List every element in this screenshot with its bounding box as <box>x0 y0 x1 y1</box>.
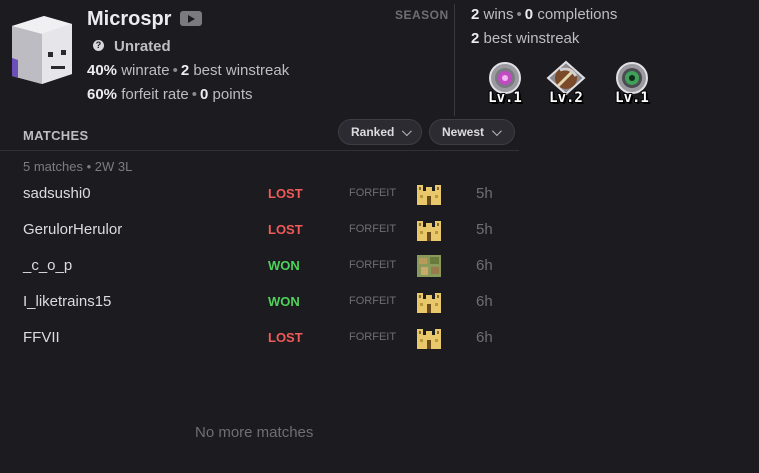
match-result: WON <box>268 294 300 309</box>
match-result: LOST <box>268 330 303 345</box>
winrate-value: 40% <box>87 62 118 79</box>
winrate-label: winrate <box>121 62 170 79</box>
username: Microspr <box>87 8 172 30</box>
matches-summary: 5 matches • 2W 3L <box>23 159 133 174</box>
avatar <box>8 14 76 86</box>
match-row[interactable]: I_liketrains15 WON FORFEIT 6h <box>0 284 519 320</box>
season-wins-value: 2 <box>471 6 480 23</box>
season-completions-label: completions <box>537 6 618 23</box>
achievement-pickaxe[interactable]: Lv.2 <box>542 60 590 106</box>
youtube-icon[interactable] <box>180 11 202 26</box>
sort-label: Newest <box>442 125 485 139</box>
best-streak-value: 2 <box>180 62 190 79</box>
match-end-type: FORFEIT <box>349 331 397 343</box>
desert-temple-icon <box>417 219 441 241</box>
match-row[interactable]: _c_o_p WON FORFEIT 6h <box>0 248 519 284</box>
match-end-type: FORFEIT <box>349 187 397 199</box>
season-wins: 2 wins • 0 completions <box>471 6 618 23</box>
opponent-name[interactable]: FFVII <box>23 329 60 346</box>
forfeit-stats: 60% forfeit rate • 0 points <box>87 86 253 103</box>
match-time: 6h <box>476 329 493 346</box>
match-row[interactable]: sadsushi0 LOST FORFEIT 5h <box>0 176 519 212</box>
forfeit-label: forfeit rate <box>121 86 189 103</box>
sort-dropdown[interactable]: Newest <box>429 119 515 145</box>
opponent-name[interactable]: _c_o_p <box>23 257 72 274</box>
unrated-icon: ? <box>93 40 104 51</box>
header-divider <box>0 150 519 151</box>
rank-label: Unrated <box>114 38 171 55</box>
match-type-label: Ranked <box>351 125 395 139</box>
winrate-stats: 40% winrate • 2 best winstreak <box>87 62 290 79</box>
desert-temple-icon <box>417 183 441 205</box>
match-time: 5h <box>476 221 493 238</box>
season-wins-label: wins <box>483 6 514 23</box>
season-completions-value: 0 <box>524 6 534 23</box>
no-more-matches: No more matches <box>195 424 314 441</box>
points-label: points <box>212 86 253 103</box>
achievement-green-eye[interactable]: Lv.1 <box>608 60 656 106</box>
match-end-type: FORFEIT <box>349 295 397 307</box>
match-time: 6h <box>476 257 493 274</box>
desert-temple-icon <box>417 291 441 313</box>
vertical-divider <box>454 4 455 116</box>
best-streak-label: best winstreak <box>193 62 290 79</box>
achievement-level: Lv.1 <box>488 90 522 106</box>
match-end-type: FORFEIT <box>349 223 397 235</box>
match-time: 6h <box>476 293 493 310</box>
match-type-dropdown[interactable]: Ranked <box>338 119 422 145</box>
opponent-name[interactable]: sadsushi0 <box>23 185 91 202</box>
match-end-type: FORFEIT <box>349 259 397 271</box>
season-streak-label: best winstreak <box>483 30 580 47</box>
matches-title: MATCHES <box>23 128 89 143</box>
chevron-down-icon <box>402 125 412 136</box>
chevron-down-icon <box>491 125 502 136</box>
match-result: LOST <box>268 222 303 237</box>
match-result: LOST <box>268 186 303 201</box>
forfeit-value: 60% <box>87 86 118 103</box>
achievement-level: Lv.2 <box>549 90 583 106</box>
season-best-streak: 2 best winstreak <box>471 30 579 47</box>
season-streak-value: 2 <box>471 30 480 47</box>
points-value: 0 <box>200 86 209 103</box>
match-time: 5h <box>476 185 493 202</box>
desert-temple-icon <box>417 327 441 349</box>
season-label: SEASON <box>395 8 449 22</box>
opponent-name[interactable]: GerulorHerulor <box>23 221 122 238</box>
achievement-ender-eye[interactable]: Lv.1 <box>481 60 529 106</box>
match-result: WON <box>268 258 300 273</box>
achievement-level: Lv.1 <box>615 90 649 106</box>
village-icon <box>417 255 441 277</box>
match-row[interactable]: GerulorHerulor LOST FORFEIT 5h <box>0 212 519 248</box>
match-row[interactable]: FFVII LOST FORFEIT 6h <box>0 320 519 356</box>
opponent-name[interactable]: I_liketrains15 <box>23 293 111 310</box>
